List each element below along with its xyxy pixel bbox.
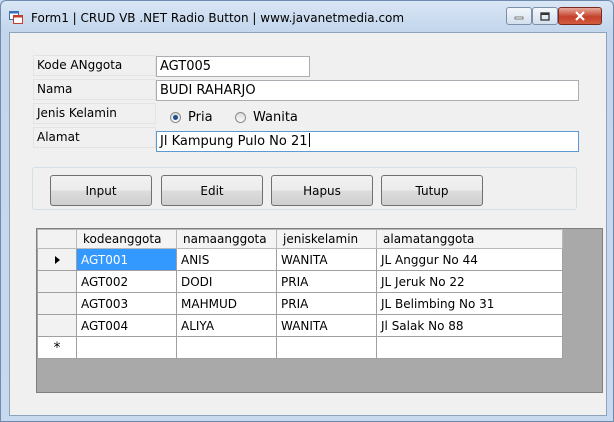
table-cell[interactable]	[176, 336, 277, 359]
close-button[interactable]	[558, 7, 602, 25]
window-title: Form1 | CRUD VB .NET Radio Button | www.…	[31, 11, 405, 25]
radio-pria[interactable]: Pria	[170, 110, 213, 125]
table-cell[interactable]	[276, 336, 377, 359]
title-bar[interactable]: Form1 | CRUD VB .NET Radio Button | www.…	[1, 1, 613, 31]
text-caret	[308, 133, 310, 147]
alamat-label: Alamat	[33, 127, 156, 148]
radio-pria-label: Pria	[188, 110, 213, 125]
column-header-namaanggota[interactable]: namaanggota	[176, 229, 277, 249]
table-row[interactable]: AGT004 ALIYA WANITA Jl Salak No 88	[37, 314, 563, 337]
input-button[interactable]: Input	[50, 175, 152, 206]
row-header[interactable]	[37, 248, 77, 271]
radio-wanita-circle[interactable]	[235, 112, 246, 123]
data-grid[interactable]: kodeanggota namaanggota jeniskelamin ala…	[36, 228, 603, 393]
minimize-button[interactable]	[506, 7, 532, 25]
radio-pria-circle[interactable]	[170, 112, 181, 123]
table-cell[interactable]	[376, 336, 563, 359]
table-cell[interactable]	[76, 336, 177, 359]
table-cell[interactable]: MAHMUD	[176, 292, 277, 315]
tutup-button[interactable]: Tutup	[381, 175, 483, 206]
table-row[interactable]: AGT002 DODI PRIA JL Jeruk No 22	[37, 270, 563, 293]
table-cell[interactable]: AGT001	[76, 248, 177, 271]
table-row[interactable]: AGT003 MAHMUD PRIA JL Belimbing No 31	[37, 292, 563, 315]
row-header[interactable]	[37, 270, 77, 293]
table-cell[interactable]: Jl Salak No 88	[376, 314, 563, 337]
table-row[interactable]: AGT001 ANIS WANITA JL Anggur No 44	[37, 248, 563, 271]
minimize-icon	[514, 16, 524, 20]
column-header-alamatanggota[interactable]: alamatanggota	[376, 229, 563, 249]
table-cell[interactable]: AGT004	[76, 314, 177, 337]
alamat-field[interactable]: Jl Kampung Pulo No 21	[156, 131, 579, 152]
table-cell[interactable]: ANIS	[176, 248, 277, 271]
jenis-kelamin-label: Jenis Kelamin	[33, 103, 156, 124]
current-row-arrow-icon	[54, 255, 60, 264]
app-window: Form1 | CRUD VB .NET Radio Button | www.…	[0, 0, 614, 422]
table-cell[interactable]: JL Jeruk No 22	[376, 270, 563, 293]
grid-corner-header[interactable]	[37, 229, 77, 249]
close-icon	[575, 11, 585, 21]
maximize-button[interactable]	[532, 7, 558, 25]
kode-anggota-field[interactable]: AGT005	[156, 56, 310, 77]
radio-wanita[interactable]: Wanita	[235, 110, 298, 125]
table-cell[interactable]: AGT003	[76, 292, 177, 315]
radio-wanita-label: Wanita	[253, 110, 298, 125]
data-grid-table: kodeanggota namaanggota jeniskelamin ala…	[37, 229, 563, 359]
new-row[interactable]: *	[37, 336, 563, 359]
row-header[interactable]	[37, 314, 77, 337]
nama-label: Nama	[33, 79, 156, 100]
table-cell[interactable]: JL Anggur No 44	[376, 248, 563, 271]
table-cell[interactable]: ALIYA	[176, 314, 277, 337]
table-cell[interactable]: AGT002	[76, 270, 177, 293]
row-header[interactable]	[37, 292, 77, 315]
hapus-button[interactable]: Hapus	[271, 175, 373, 206]
kode-anggota-label: Kode ANggota	[33, 55, 156, 76]
form-app-icon	[9, 11, 23, 24]
column-header-kodeanggota[interactable]: kodeanggota	[76, 229, 177, 249]
alamat-field-value: Jl Kampung Pulo No 21	[160, 134, 308, 149]
nama-field[interactable]: BUDI RAHARJO	[156, 80, 579, 101]
maximize-icon	[540, 11, 550, 21]
table-cell[interactable]: WANITA	[276, 314, 377, 337]
table-cell[interactable]: PRIA	[276, 292, 377, 315]
table-cell[interactable]: DODI	[176, 270, 277, 293]
edit-button[interactable]: Edit	[161, 175, 263, 206]
table-cell[interactable]: WANITA	[276, 248, 377, 271]
table-cell[interactable]: JL Belimbing No 31	[376, 292, 563, 315]
new-row-marker: *	[37, 336, 77, 359]
table-cell[interactable]: PRIA	[276, 270, 377, 293]
column-header-jeniskelamin[interactable]: jeniskelamin	[276, 229, 377, 249]
form-client-area: Kode ANggota AGT005 Nama BUDI RAHARJO Je…	[9, 32, 607, 416]
